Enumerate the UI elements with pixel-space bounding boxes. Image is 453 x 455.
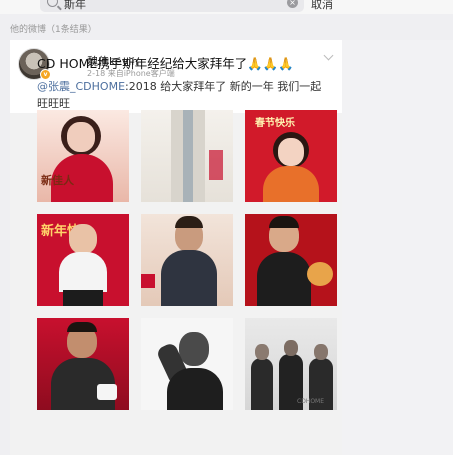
photo-caption: 新佳人 [41, 174, 74, 187]
photo-3[interactable]: 春节快乐 [245, 110, 337, 202]
photo-9[interactable]: CDHOME [245, 318, 337, 410]
photo-4[interactable]: 新年快 [37, 214, 129, 306]
chevron-down-icon[interactable] [323, 50, 334, 61]
photo-caption: 春节快乐 [255, 118, 295, 129]
image-grid: 新佳人 春节快乐 新年快 CDHOME [37, 110, 337, 455]
mention-link[interactable]: @张震_CDHOME [37, 80, 125, 93]
photo-1[interactable]: 新佳人 [37, 110, 129, 202]
background-strip [342, 40, 453, 455]
post-text: CD HOME携手斯年经纪给大家拜年了🙏🙏🙏 [37, 56, 294, 71]
photo-6[interactable] [245, 214, 337, 306]
search-bar: 斯年 × 取消 [0, 0, 453, 14]
cancel-button[interactable]: 取消 [311, 0, 333, 12]
photo-7[interactable] [37, 318, 129, 410]
search-input[interactable]: 斯年 × [40, 0, 304, 12]
section-header: 他的微博（1条结果） [10, 25, 97, 35]
repost-text: @张震_CDHOME:2018 给大家拜年了 新的一年 我们一起 旺旺旺 [37, 78, 327, 112]
search-icon [47, 0, 58, 7]
photo-5[interactable] [141, 214, 233, 306]
clear-icon[interactable]: × [287, 0, 298, 8]
photo-2[interactable] [141, 110, 233, 202]
photo-8[interactable] [141, 318, 233, 410]
search-query: 斯年 [64, 0, 86, 11]
photo-caption: CDHOME [297, 398, 325, 405]
